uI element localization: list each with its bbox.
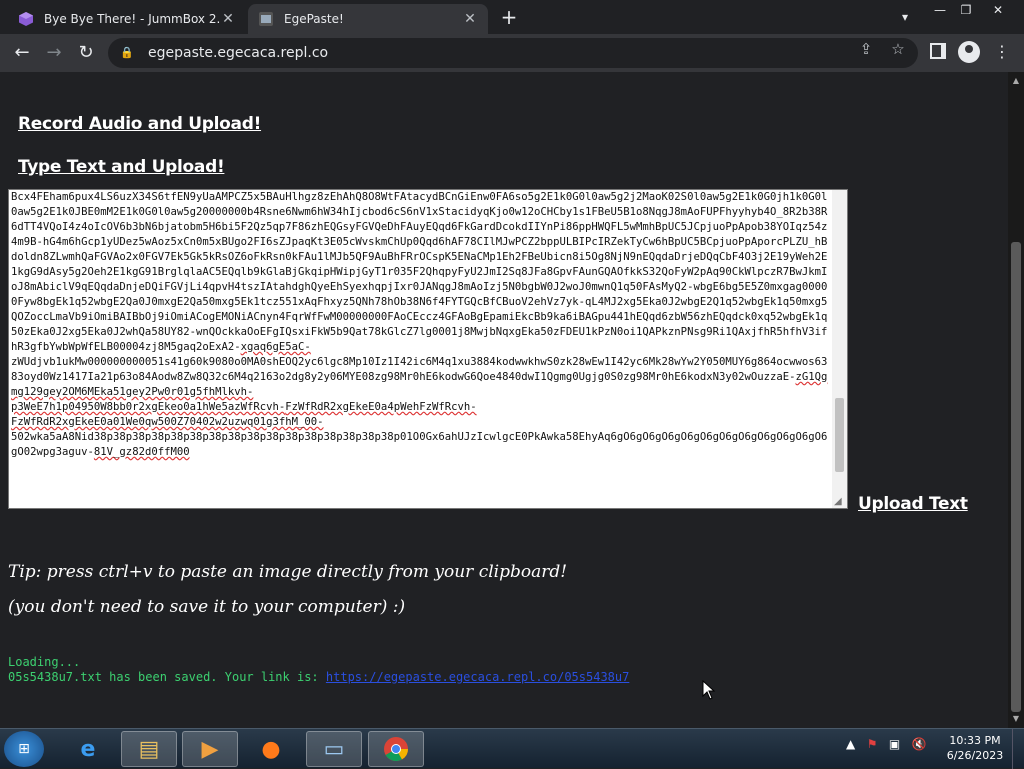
show-desktop-button[interactable] [1012, 729, 1024, 769]
saved-status: 05s5438u7.txt has been saved. Your link … [8, 670, 629, 684]
textarea-scrollbar-thumb[interactable] [835, 398, 844, 472]
tab-strip: Bye Bye There! - JummBox 2.5 ✕ EgePaste!… [0, 0, 1024, 34]
url-text: egepaste.egecaca.repl.co [148, 45, 329, 61]
loading-status: Loading... [8, 655, 81, 669]
mouse-cursor-icon [702, 680, 716, 700]
volume-muted-icon[interactable]: 🔇 [912, 737, 927, 751]
paste-link[interactable]: https://egepaste.egecaca.repl.co/05s5438… [326, 670, 629, 684]
paste-textarea[interactable]: Bcx4FEham6pux4LS6uzX34S6tfEN9yUaAMPCZ5x5… [8, 189, 848, 509]
restore-icon[interactable]: ❐ [952, 1, 980, 19]
media-player-icon[interactable]: ▶ [182, 731, 238, 767]
tip-note: (you don't need to save it to your compu… [8, 597, 406, 617]
spellcheck-word: p3WeE7h1p04950W8bb0r2xgEkeo0a1hWe5azWfRc… [11, 401, 286, 413]
profile-avatar-icon[interactable] [958, 41, 980, 63]
reload-icon[interactable]: ↻ [74, 42, 98, 64]
clock[interactable]: 10:33 PM 6/26/2023 [945, 733, 1005, 763]
scroll-up-arrow-icon[interactable]: ▲ [1008, 74, 1024, 88]
resize-grip-icon[interactable]: ◢ [834, 496, 848, 508]
spellcheck-word: xgaq6gE5aC- [240, 341, 311, 353]
windows-logo-icon: ⊞ [18, 741, 30, 757]
egepaste-favicon-icon [259, 12, 273, 26]
tab-title: Bye Bye There! - JummBox 2.5 [44, 12, 220, 26]
type-text-link[interactable]: Type Text and Upload! [18, 157, 225, 177]
close-tab-icon[interactable]: ✕ [220, 11, 236, 27]
scroll-down-arrow-icon[interactable]: ▼ [1008, 712, 1024, 726]
window-close-icon[interactable]: ✕ [984, 1, 1012, 19]
internet-explorer-icon[interactable]: e [60, 731, 116, 767]
upload-text-button[interactable]: Upload Text [858, 494, 968, 514]
address-bar[interactable]: 🔒 egepaste.egecaca.repl.co [108, 38, 918, 68]
page-content: Record Audio and Upload! Type Text and U… [0, 72, 1008, 728]
firefox-icon[interactable]: ● [243, 731, 299, 767]
chrome-logo-icon [384, 737, 408, 762]
start-button[interactable]: ⊞ [4, 731, 44, 767]
page-scrollbar-thumb[interactable] [1011, 242, 1021, 712]
bookmark-star-icon[interactable]: ☆ [888, 39, 908, 59]
tab-search-chevron-icon[interactable]: ▾ [896, 8, 914, 26]
tab-egepaste[interactable]: EgePaste! ✕ [248, 4, 488, 34]
minimize-icon[interactable]: — [926, 1, 954, 19]
tab-title: EgePaste! [284, 12, 344, 26]
back-arrow-icon[interactable]: ← [10, 42, 34, 64]
forward-arrow-icon[interactable]: → [42, 42, 66, 64]
network-icon[interactable]: ▣ [889, 737, 900, 751]
action-center-icon[interactable]: ⚑ [867, 737, 878, 751]
clock-date: 6/26/2023 [946, 749, 1004, 762]
tab-jummbox[interactable]: Bye Bye There! - JummBox 2.5 ✕ [8, 4, 246, 34]
side-panel-icon[interactable] [930, 43, 946, 59]
record-audio-link[interactable]: Record Audio and Upload! [18, 114, 261, 134]
spellcheck-word: FzWfRdR2xgEkeE0a4pWehFzWfRcvh- [285, 401, 477, 413]
remote-desktop-icon[interactable]: ▭ [306, 731, 362, 767]
close-tab-icon[interactable]: ✕ [462, 11, 478, 27]
jummbox-favicon-icon [19, 12, 33, 26]
saved-message: 05s5438u7.txt has been saved. Your link … [8, 670, 319, 684]
clock-time: 10:33 PM [949, 734, 1001, 747]
windows-taskbar: ⊞ e ▤ ▶ ● ▭ ▲ ⚑ ▣ 🔇 10:33 PM 6/26/2023 [0, 728, 1024, 769]
kebab-menu-icon[interactable]: ⋮ [994, 42, 1010, 62]
textarea-text: zWUdjvb1ukMw000000000051s41g60k9080o0MA0… [11, 356, 828, 383]
spellcheck-word: 81V_gz82d0ffM00 [93, 446, 190, 458]
new-tab-button[interactable]: + [498, 7, 520, 29]
chrome-icon[interactable] [368, 731, 424, 767]
tip-text: Tip: press ctrl+v to paste an image dire… [8, 562, 568, 582]
file-explorer-icon[interactable]: ▤ [121, 731, 177, 767]
spellcheck-word: FzWfRdR2xgEkeE0a01We0qw500Z70402w2uzwq01… [11, 416, 324, 428]
system-tray: ▲ ⚑ ▣ 🔇 [846, 737, 927, 751]
browser-toolbar: ← → ↻ 🔒 egepaste.egecaca.repl.co ⇪ ☆ ⋮ [0, 34, 1024, 72]
textarea-text: Bcx4FEham6pux4LS6uzX34S6tfEN9yUaAMPCZ5x5… [11, 191, 828, 353]
share-icon[interactable]: ⇪ [856, 39, 876, 59]
lock-icon: 🔒 [120, 46, 134, 59]
show-hidden-icons-icon[interactable]: ▲ [846, 737, 855, 751]
